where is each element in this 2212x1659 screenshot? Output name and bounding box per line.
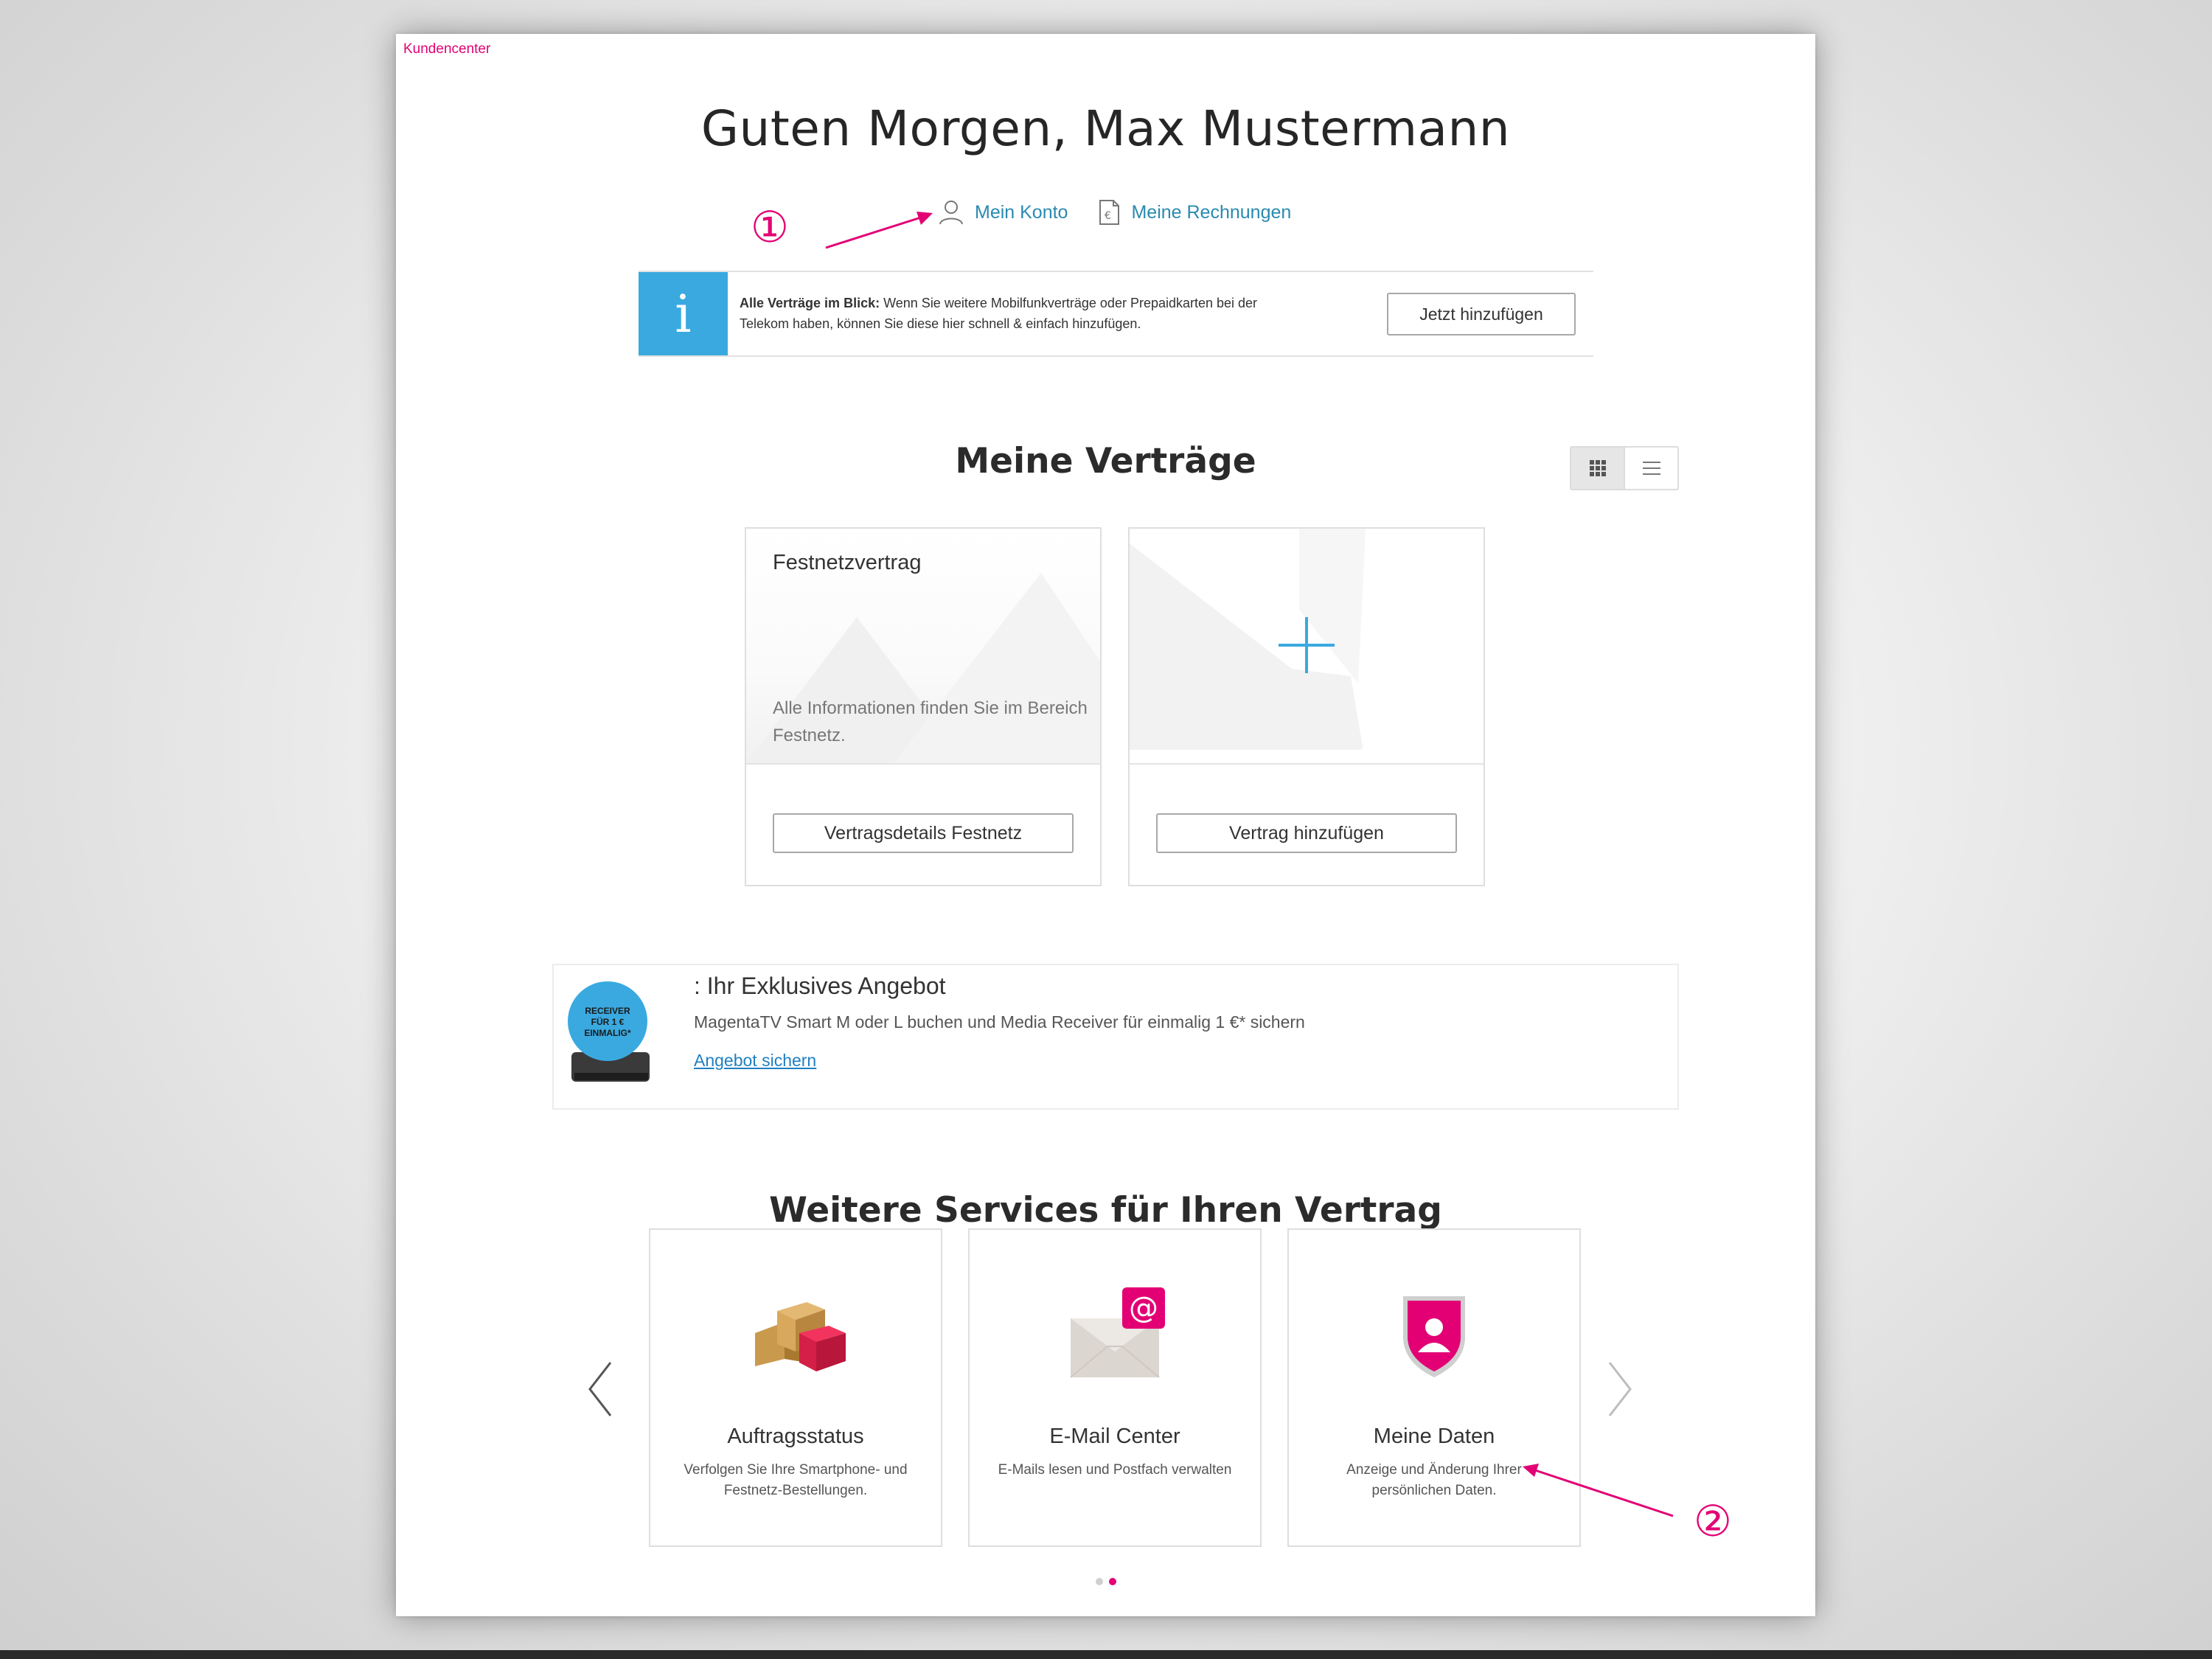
info-banner-bold: Alle Verträge im Blick:	[740, 296, 880, 310]
contract-card-festnetz: Festnetzvertrag Alle Informationen finde…	[745, 527, 1102, 886]
service-title: E-Mail Center	[1049, 1425, 1180, 1448]
add-contract-button[interactable]: Vertrag hinzufügen	[1156, 813, 1457, 853]
pagination-dot[interactable]	[1095, 1578, 1103, 1585]
service-description: Verfolgen Sie Ihre Smartphone- und Festn…	[684, 1462, 908, 1498]
receiver-offer-image: RECEIVER FÜR 1 € EINMALIG*	[568, 981, 650, 1082]
my-invoices-label: Meine Rechnungen	[1131, 201, 1292, 223]
chevron-right-icon	[1608, 1362, 1632, 1416]
service-description: E-Mails lesen und Postfach verwalten	[998, 1462, 1232, 1478]
my-account-label: Mein Konto	[975, 201, 1068, 223]
info-banner: i Alle Verträge im Blick: Wenn Sie weite…	[639, 271, 1593, 357]
annotation-marker-1: ①	[751, 202, 789, 252]
my-invoices-link[interactable]: € Meine Rechnungen	[1097, 199, 1291, 226]
add-now-button[interactable]: Jetzt hinzufügen	[1387, 293, 1576, 335]
secure-offer-link[interactable]: Angebot sichern	[694, 1051, 816, 1071]
carousel-pagination	[396, 1578, 1815, 1585]
info-banner-text: Alle Verträge im Blick: Wenn Sie weitere…	[740, 293, 1344, 334]
exclusive-offer-banner: RECEIVER FÜR 1 € EINMALIG* : Ihr Exklusi…	[552, 964, 1679, 1110]
annotation-arrow-2	[1523, 1464, 1674, 1517]
my-account-link[interactable]: Mein Konto	[938, 199, 1068, 226]
carousel-prev-button[interactable]	[578, 1352, 622, 1426]
offer-text: MagentaTV Smart M oder L buchen und Medi…	[694, 1012, 1305, 1032]
info-banner-line2: Telekom haben, können Sie diese hier sch…	[740, 316, 1141, 331]
service-title: Auftragsstatus	[727, 1425, 864, 1448]
info-banner-line1: Wenn Sie weitere Mobilfunkverträge oder …	[883, 296, 1258, 310]
info-icon: i	[639, 272, 728, 355]
kundencenter-link[interactable]: Kundencenter	[403, 41, 490, 58]
customer-center-page: Kundencenter Guten Morgen, Max Musterman…	[396, 34, 1815, 1616]
invoice-icon: €	[1099, 200, 1120, 225]
contract-card-title: Festnetzvertrag	[773, 551, 922, 574]
service-title: Meine Daten	[1373, 1425, 1495, 1448]
annotation-marker-2: ②	[1694, 1496, 1732, 1546]
user-icon	[939, 201, 963, 225]
badge-line-3: EINMALIG*	[584, 1028, 631, 1038]
screen-bottom-edge	[0, 1650, 2212, 1659]
contract-details-button[interactable]: Vertragsdetails Festnetz	[773, 813, 1074, 853]
svg-text:€: €	[1105, 210, 1111, 222]
account-nav: Mein Konto € Meine Rechnungen	[938, 198, 1291, 227]
add-contract-card[interactable]: Vertrag hinzufügen	[1128, 527, 1485, 886]
greeting-title: Guten Morgen, Max Mustermann	[700, 100, 1511, 157]
user-shield-icon	[1403, 1296, 1465, 1377]
services-section-title: Weitere Services für Ihren Vertrag	[769, 1190, 1442, 1231]
contract-card-description: Alle Informationen finden Sie im Bereich…	[773, 698, 1088, 745]
carousel-next-button[interactable]	[1598, 1352, 1642, 1426]
email-at-icon: @	[1070, 1287, 1165, 1378]
boxes-icon	[755, 1302, 846, 1371]
list-view-button[interactable]	[1625, 448, 1677, 489]
svg-text:@: @	[1129, 1291, 1158, 1325]
list-icon	[1642, 462, 1660, 475]
offer-title: : Ihr Exklusives Angebot	[694, 973, 946, 999]
pagination-dot-active[interactable]	[1108, 1578, 1116, 1585]
card-divider	[746, 763, 1100, 765]
annotation-arrow-1	[825, 212, 933, 249]
service-card-order-status[interactable]: Auftragsstatus Verfolgen Sie Ihre Smartp…	[649, 1228, 942, 1547]
grid-view-button[interactable]	[1571, 448, 1625, 489]
plus-icon	[1279, 617, 1335, 673]
badge-line-2: FÜR 1 €	[591, 1016, 625, 1027]
grid-icon	[1589, 460, 1606, 476]
badge-line-1: RECEIVER	[585, 1006, 630, 1016]
view-toggle	[1570, 446, 1679, 490]
card-divider	[1130, 763, 1484, 765]
chevron-left-icon	[588, 1362, 612, 1416]
service-card-email-center[interactable]: @ E-Mail Center E-Mails lesen und Postfa…	[968, 1228, 1262, 1547]
